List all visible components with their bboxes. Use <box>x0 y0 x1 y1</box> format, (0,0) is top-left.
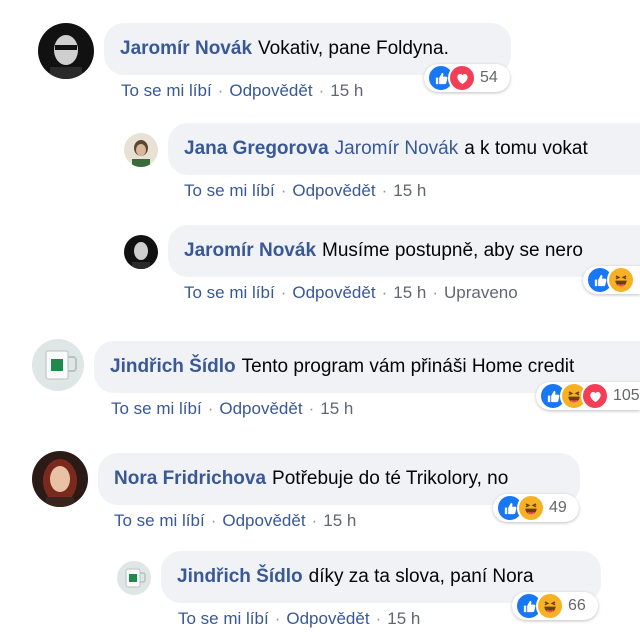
comment-item: Jaromír Novák Vokativ, pane Foldyna. To … <box>0 20 640 110</box>
like-link[interactable]: To se mi líbí <box>114 511 205 530</box>
separator: · <box>311 511 318 530</box>
comment-reply: Jaromír Novák Musíme postupně, aby se ne… <box>0 222 640 312</box>
comment-text: Potřebuje do té Trikolory, no <box>272 468 509 489</box>
avatar[interactable] <box>38 23 94 79</box>
comment-author[interactable]: Nora Fridrichova <box>114 468 266 490</box>
comment-item: Jindřich Šídlo Tento program vám přináši… <box>0 338 640 428</box>
separator: · <box>207 399 214 418</box>
comment-actions: To se mi líbí · Odpovědět · 15 h <box>111 399 353 419</box>
comment-actions: To se mi líbí · Odpovědět · 15 h <box>121 81 363 101</box>
reply-link[interactable]: Odpovědět <box>219 399 302 418</box>
haha-icon <box>536 592 564 620</box>
comment-time[interactable]: 15 h <box>323 511 356 530</box>
comment-author[interactable]: Jaromír Novák <box>120 38 252 60</box>
separator: · <box>280 283 287 302</box>
reaction-count: 105 <box>613 387 640 404</box>
avatar[interactable] <box>124 235 158 269</box>
like-link[interactable]: To se mi líbí <box>184 283 275 302</box>
reply-link[interactable]: Odpovědět <box>222 511 305 530</box>
avatar[interactable] <box>117 561 151 595</box>
comment-author[interactable]: Jana Gregorova <box>184 138 329 160</box>
avatar[interactable] <box>32 339 84 391</box>
reaction-count: 54 <box>480 69 498 86</box>
comment-bubble: Jaromír Novák Musíme postupně, aby se ne… <box>168 225 640 277</box>
reply-link[interactable]: Odpovědět <box>292 283 375 302</box>
comment-item: Nora Fridrichova Potřebuje do té Trikolo… <box>0 450 640 540</box>
comment-bubble: Jana Gregorova Jaromír Novák a k tomu vo… <box>168 123 640 175</box>
separator: · <box>381 181 388 200</box>
comment-time[interactable]: 15 h <box>393 181 426 200</box>
reaction-summary[interactable] <box>583 266 640 294</box>
comment-text: a k tomu vokat <box>464 138 588 159</box>
love-icon <box>581 382 609 410</box>
comment-actions: To se mi líbí · Odpovědět · 15 h <box>178 609 420 629</box>
haha-icon <box>607 266 635 294</box>
comment-time[interactable]: 15 h <box>320 399 353 418</box>
mention-link[interactable]: Jaromír Novák <box>335 138 459 160</box>
reply-link[interactable]: Odpovědět <box>286 609 369 628</box>
edited-label[interactable]: Upraveno <box>444 283 518 302</box>
comment-actions: To se mi líbí · Odpovědět · 15 h <box>114 511 356 531</box>
reply-link[interactable]: Odpovědět <box>229 81 312 100</box>
comment-reply: Jana Gregorova Jaromír Novák a k tomu vo… <box>0 120 640 210</box>
reply-link[interactable]: Odpovědět <box>292 181 375 200</box>
comment-text: Musíme postupně, aby se nero <box>322 240 583 261</box>
reaction-summary[interactable]: 54 <box>424 64 510 92</box>
comment-time[interactable]: 15 h <box>330 81 363 100</box>
avatar[interactable] <box>32 451 88 507</box>
separator: · <box>375 609 382 628</box>
separator: · <box>274 609 281 628</box>
separator: · <box>381 283 388 302</box>
separator: · <box>280 181 287 200</box>
reaction-count: 66 <box>568 597 586 614</box>
like-link[interactable]: To se mi líbí <box>184 181 275 200</box>
separator: · <box>432 283 438 302</box>
like-link[interactable]: To se mi líbí <box>111 399 202 418</box>
separator: · <box>318 81 325 100</box>
like-link[interactable]: To se mi líbí <box>178 609 269 628</box>
comment-text: Vokativ, pane Foldyna. <box>258 38 449 59</box>
separator: · <box>308 399 315 418</box>
comment-author[interactable]: Jindřich Šídlo <box>110 356 236 378</box>
comment-time[interactable]: 15 h <box>393 283 426 302</box>
reaction-summary[interactable]: 66 <box>512 592 598 620</box>
comment-actions: To se mi líbí · Odpovědět · 15 h · Upraveno <box>184 283 518 303</box>
reaction-summary[interactable]: 49 <box>493 494 579 522</box>
haha-icon <box>517 494 545 522</box>
reaction-summary[interactable]: 105 <box>536 382 640 410</box>
comment-text: díky za ta slova, paní Nora <box>308 566 534 587</box>
comment-time[interactable]: 15 h <box>387 609 420 628</box>
separator: · <box>217 81 224 100</box>
comment-text: Tento program vám přináši Home credit <box>241 356 575 377</box>
reaction-count: 49 <box>549 499 567 516</box>
comment-reply: Jindřich Šídlo díky za ta slova, paní No… <box>0 548 640 640</box>
separator: · <box>210 511 217 530</box>
comment-actions: To se mi líbí · Odpovědět · 15 h <box>184 181 426 201</box>
like-link[interactable]: To se mi líbí <box>121 81 212 100</box>
love-icon <box>448 64 476 92</box>
comment-author[interactable]: Jindřich Šídlo <box>177 566 303 588</box>
comment-author[interactable]: Jaromír Novák <box>184 240 316 262</box>
avatar[interactable] <box>124 133 158 167</box>
